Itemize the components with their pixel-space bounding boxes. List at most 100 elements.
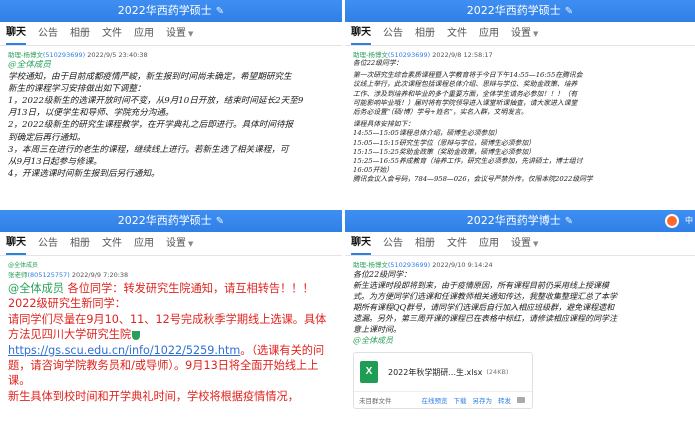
tab-files[interactable]: 文件	[447, 22, 467, 46]
message-line: 15:15—15:25奖助金政策（奖助金政策，硕博生必须参加）	[353, 147, 535, 156]
group-title: 2022华西药学硕士	[117, 4, 212, 17]
save-as-button[interactable]: 另存为	[473, 395, 493, 405]
tab-bar: 聊天 公告 相册 文件 应用 设置 ▼	[0, 232, 342, 256]
tab-settings[interactable]: 设置 ▼	[166, 22, 193, 46]
folder-icon[interactable]	[517, 397, 525, 403]
tab-settings-label: 设置	[166, 27, 186, 39]
message-text: 2022级研究生新同学：	[8, 297, 126, 311]
message-line: 腾讯会议入会号码，784—958—026，会议号严禁外传，仅限本院2022级同学	[353, 175, 593, 184]
message-time: 2022/9/5 23:40:38	[87, 51, 148, 59]
message-line: 从9月13日起参与修课。	[8, 156, 102, 167]
tab-apps[interactable]: 应用	[479, 22, 499, 46]
notice-link[interactable]: https://gs.scu.edu.cn/info/1022/5259.htm	[8, 344, 240, 357]
message-line: 15:05—15:15研究生学位（思辩与学位，硕博生必须参加）	[353, 138, 535, 147]
message-line: 议线上举行，此次课程包括课程总体介绍、思辩与学位、奖助金政策、培养	[353, 80, 578, 89]
tab-files[interactable]: 文件	[102, 22, 122, 46]
chat-window-masters-1: 2022华西药学硕士 ✎ 聊天 公告 相册 文件 应用 设置 ▼ 助理-杨博文(51…	[0, 0, 342, 203]
tab-apps[interactable]: 应用	[134, 232, 154, 256]
message-body: @全体成员 学校通知，由于目前成都疫情严峻，新生报到时间尚未确定，希望期研究生 …	[8, 59, 334, 180]
sender-qq[interactable]: (805125757)	[28, 271, 70, 279]
mention-all[interactable]: @全体成员	[353, 335, 687, 346]
tab-album[interactable]: 相册	[415, 232, 435, 256]
message-line: 1，2022级新生的选课开放时间不变，从9月10日开放，结束时间延长2天至9	[8, 96, 304, 107]
mention-all[interactable]: @全体成员	[8, 282, 64, 295]
download-button[interactable]: 下载	[454, 395, 467, 405]
tab-album[interactable]: 相册	[70, 22, 90, 46]
chat-window-phd: 2022华西药学博士 ✎ 中 聊天 公告 相册 文件 应用 设置 ▼ 助理-杨博文(…	[345, 210, 695, 441]
message-line: 课程具体安排如下：	[353, 120, 415, 129]
sender-name[interactable]: 助理-杨博文	[353, 51, 388, 59]
message-line: 式。为方便同学们选课和任课教师相关通知传达，我整收集整理汇总了本学	[353, 292, 617, 301]
chevron-down-icon: ▼	[533, 29, 539, 38]
message-line: 到确定后再行通知。	[8, 132, 86, 143]
message-line: 新生的课程学习安排做出如下调整：	[8, 84, 146, 95]
message-line: 意上课时间。	[353, 325, 401, 334]
message-body: 各位22级同学： 新生选课时段即将到来，由于疫情原因，所有课程目前仍采用线上授课…	[353, 269, 687, 346]
message-time: 2022/9/9 7:20:38	[71, 271, 129, 279]
chat-window-masters-3: 2022华西药学硕士 ✎ 聊天 公告 相册 文件 应用 设置 ▼ @全体成员 张老师…	[0, 210, 342, 441]
forward-button[interactable]: 转发	[498, 395, 511, 405]
tab-chat[interactable]: 聊天	[351, 23, 371, 45]
tab-chat[interactable]: 聊天	[6, 233, 26, 255]
tab-settings-label: 设置	[511, 27, 531, 39]
input-method-icon[interactable]	[665, 214, 679, 228]
tab-files[interactable]: 文件	[447, 232, 467, 256]
sender-name[interactable]: 助理-杨博文	[8, 51, 43, 59]
tab-settings[interactable]: 设置 ▼	[166, 232, 193, 256]
tab-apps[interactable]: 应用	[134, 22, 154, 46]
file-status: 未目群文件	[359, 397, 392, 405]
message-line: 15:25—16:55养成教育（培养工作，研究生必须参加，先讲硕士，博士组讨	[353, 157, 583, 166]
tab-chat[interactable]: 聊天	[6, 23, 26, 45]
message-meta: 助理-杨博文(510293699) 2022/9/10 9:14:24	[353, 259, 687, 269]
sender-name[interactable]: 张老师	[8, 271, 28, 279]
tab-files[interactable]: 文件	[102, 232, 122, 256]
file-actions: 未目群文件 在线预览 下载 另存为 转发	[354, 391, 532, 408]
message-line: 各位22级同学：	[353, 59, 403, 67]
tab-bar: 聊天 公告 相册 文件 应用 设置 ▼	[345, 22, 695, 46]
tab-notice[interactable]: 公告	[383, 22, 403, 46]
message-time: 2022/9/8 12:58:17	[432, 51, 493, 59]
message-line: 后务必设置“（硕/博）学号+姓名”，实名入群，文明发言。	[353, 108, 528, 117]
message-text: 各位同学：转发研究生院通知，请互相转告！！！	[63, 282, 314, 295]
tab-notice[interactable]: 公告	[38, 232, 58, 256]
tab-notice[interactable]: 公告	[38, 22, 58, 46]
message-line: 学校通知，由于目前成都疫情严峻，新生报到时间尚未确定，希望期研究生	[8, 72, 292, 83]
message-body: @全体成员 各位同学：转发研究生院通知，请互相转告！！！ 2022级研究生新同学…	[8, 281, 334, 404]
file-attachment[interactable]: X 2022年秋学期研...生.xlsx (24KB) 未目群文件 在线预览 下…	[353, 352, 533, 409]
message-line: 14:55—15:05课程总体介绍，硕博生必须参加）	[353, 129, 501, 138]
message-meta: 助理-杨博文(510293699) 2022/9/5 23:40:38	[8, 49, 334, 59]
tab-album[interactable]: 相册	[70, 232, 90, 256]
message-meta: 张老师(805125757) 2022/9/9 7:20:38	[8, 269, 334, 279]
tab-chat[interactable]: 聊天	[351, 233, 371, 255]
message-line: 新生选课时段即将到来，由于疫情原因，所有课程目前仍采用线上授课模	[353, 281, 609, 290]
sender-qq[interactable]: (510293699)	[43, 51, 85, 59]
message: 助理-杨博文(510293699) 2022/9/5 23:40:38 @全体成…	[0, 46, 342, 180]
edit-icon[interactable]: ✎	[216, 211, 224, 233]
file-size: (24KB)	[486, 368, 509, 376]
edit-icon[interactable]: ✎	[565, 211, 573, 233]
mention-all[interactable]: @全体成员	[8, 59, 334, 71]
sender-qq[interactable]: (510293699)	[388, 261, 430, 269]
chevron-down-icon: ▼	[188, 29, 194, 38]
message-line: 月13日，以便学生和导师、学院充分沟通。	[8, 108, 174, 119]
message-meta: 助理-杨博文(510293699) 2022/9/8 12:58:17	[353, 49, 687, 59]
tab-bar: 聊天 公告 相册 文件 应用 设置 ▼	[0, 22, 342, 46]
tab-apps[interactable]: 应用	[479, 232, 499, 256]
tab-settings[interactable]: 设置 ▼	[511, 22, 538, 46]
window-titlebar: 2022华西药学硕士 ✎	[345, 0, 695, 22]
tab-album[interactable]: 相册	[415, 22, 435, 46]
sender-qq[interactable]: (510293699)	[388, 51, 430, 59]
message-line: 3，本周三在进行的老生的课程，继续线上进行。若新生选了相关课程，可	[8, 144, 289, 155]
tab-notice[interactable]: 公告	[383, 232, 403, 256]
message-line: 期所有课程QQ群号，请同学们选课后自行加入相应班级群，避免课程遗和	[353, 303, 615, 312]
sender-name[interactable]: 助理-杨博文	[353, 261, 388, 269]
tab-settings[interactable]: 设置 ▼	[511, 232, 538, 256]
message: 助理-杨博文(510293699) 2022/9/10 9:14:24 各位22…	[345, 256, 695, 409]
edit-icon[interactable]: ✎	[216, 1, 224, 23]
file-info: X 2022年秋学期研...生.xlsx (24KB)	[354, 353, 532, 391]
message-line: 2，2022级新生的研究生课程教学，在开学典礼之后即进行。具体时间待报	[8, 120, 294, 131]
file-name[interactable]: 2022年秋学期研...生.xlsx	[388, 367, 482, 378]
edit-icon[interactable]: ✎	[565, 1, 573, 23]
quoted-mention: @全体成员	[8, 262, 39, 269]
preview-button[interactable]: 在线预览	[422, 395, 448, 405]
